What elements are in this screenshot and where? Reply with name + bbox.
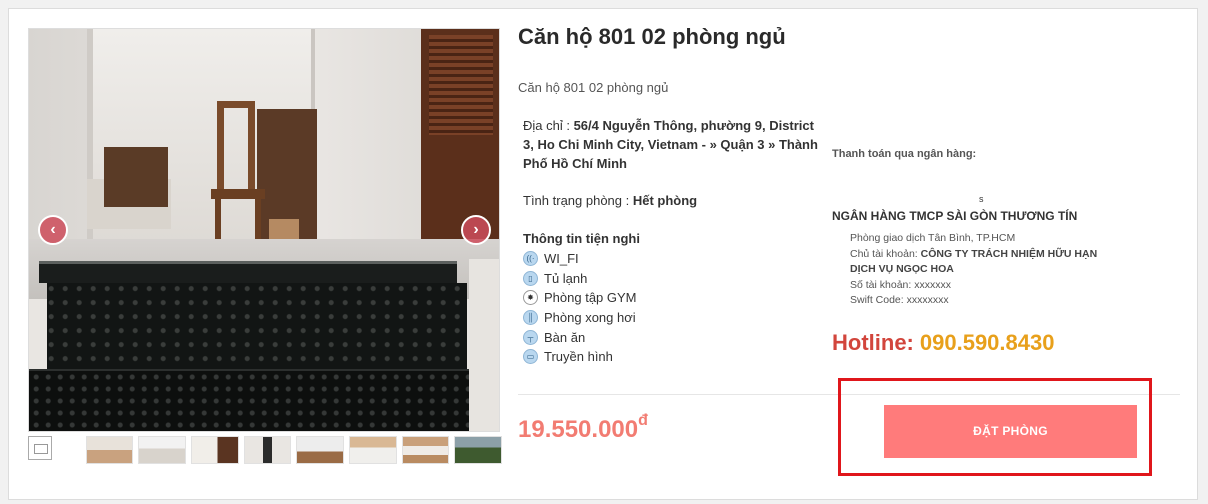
amenity-item: ▯ Tủ lạnh xyxy=(523,269,637,289)
price-value: 19.550.000 xyxy=(518,416,639,443)
payment-label: Thanh toán qua ngân hàng: xyxy=(832,148,977,160)
gym-icon: ✸ xyxy=(523,290,538,306)
address-label: Địa chỉ : xyxy=(523,118,574,133)
bank-owner-label: Chủ tài khoản: xyxy=(850,247,921,260)
thumbnail[interactable] xyxy=(85,436,134,464)
amenities-title: Thông tin tiện nghi xyxy=(523,231,640,246)
bank-details: Phòng giao dịch Tân Bình, TP.HCM Chủ tài… xyxy=(850,231,1120,309)
bank-account-number: Số tài khoản: xxxxxxx xyxy=(850,278,951,291)
thumbnail-strip xyxy=(28,436,502,466)
amenity-item: ║ Phòng xong hơi xyxy=(523,308,637,328)
amenity-label: Tủ lạnh xyxy=(544,270,588,286)
amenity-item: ((· WI_FI xyxy=(523,249,637,269)
tv-icon: ▭ xyxy=(523,349,538,365)
room-status-label: Tình trạng phòng : xyxy=(523,193,633,208)
sauna-icon: ║ xyxy=(523,310,538,326)
chevron-right-icon: › xyxy=(473,221,479,238)
hotline: Hotline: 090.590.8430 xyxy=(832,330,1054,356)
address-block: Địa chỉ : 56/4 Nguyễn Thông, phường 9, D… xyxy=(523,116,819,173)
gallery-next-button[interactable]: › xyxy=(461,215,491,245)
amenity-label: Bàn ăn xyxy=(544,329,586,345)
amenity-item: ▭ Truyền hình xyxy=(523,347,637,367)
thumbnail[interactable] xyxy=(243,436,292,464)
book-room-button[interactable]: ĐẶT PHÒNG xyxy=(884,405,1137,458)
thumbnail[interactable] xyxy=(138,436,187,464)
thumbnail[interactable] xyxy=(296,436,345,464)
hotline-number[interactable]: 090.590.8430 xyxy=(920,330,1055,355)
amenity-label: Phòng xong hơi xyxy=(544,310,636,326)
amenity-label: WI_FI xyxy=(544,251,579,267)
thumbnail[interactable] xyxy=(349,436,397,464)
bank-logo: s xyxy=(979,194,984,204)
fridge-icon: ▯ xyxy=(523,270,538,286)
bank-owner: Chủ tài khoản: CÔNG TY TRÁCH NHIỆM HỮU H… xyxy=(850,247,1120,278)
amenity-label: Phòng tập GYM xyxy=(544,290,637,306)
hotline-label: Hotline: xyxy=(832,330,914,355)
amenity-label: Truyền hình xyxy=(544,349,613,365)
listing-title: Căn hộ 801 02 phòng ngủ xyxy=(518,24,786,49)
amenity-item: ┬ Bàn ăn xyxy=(523,327,637,347)
thumbnail[interactable] xyxy=(454,436,502,464)
room-status: Tình trạng phòng : Hết phòng xyxy=(523,193,697,208)
amenity-item: ✸ Phòng tập GYM xyxy=(523,288,637,308)
thumbnail-placeholder-icon[interactable] xyxy=(28,436,52,460)
listing-subtitle: Căn hộ 801 02 phòng ngủ xyxy=(518,80,669,95)
price: 19.550.000đ xyxy=(518,412,648,444)
wifi-icon: ((· xyxy=(523,251,538,267)
bank-name: NGÂN HÀNG TMCP SÀI GÒN THƯƠNG TÍN xyxy=(832,209,1078,223)
gallery-prev-button[interactable]: ‹ xyxy=(38,215,68,245)
amenities-list: ((· WI_FI ▯ Tủ lạnh ✸ Phòng tập GYM ║ Ph… xyxy=(523,249,637,367)
bank-swift-code: Swift Code: xxxxxxxx xyxy=(850,294,949,307)
bank-branch: Phòng giao dịch Tân Bình, TP.HCM xyxy=(850,232,1016,244)
main-photo[interactable] xyxy=(28,28,500,432)
dining-table-icon: ┬ xyxy=(523,329,538,345)
thumbnail[interactable] xyxy=(401,436,450,464)
chevron-left-icon: ‹ xyxy=(50,221,56,238)
currency-symbol: đ xyxy=(638,412,648,429)
thumbnail[interactable] xyxy=(191,436,239,464)
room-status-value: Hết phòng xyxy=(632,193,698,208)
